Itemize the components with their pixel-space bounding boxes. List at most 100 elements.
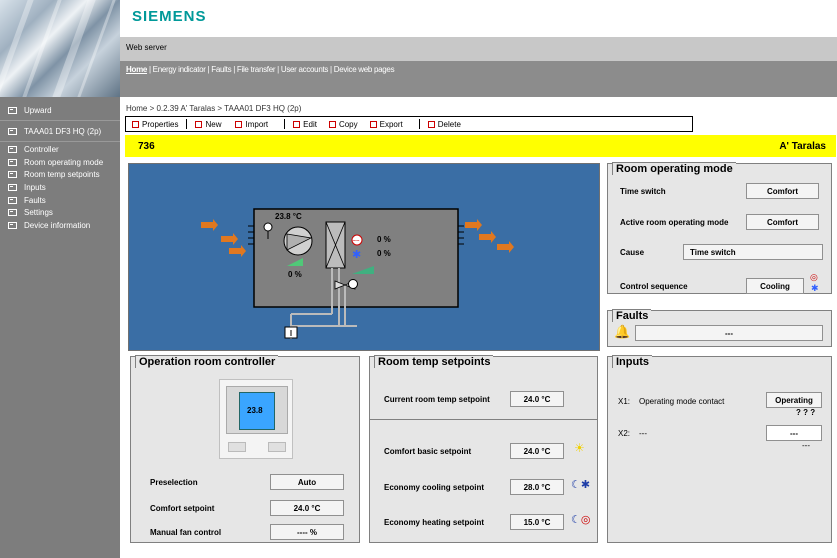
inputs-panel: Inputs X1: Operating mode contact Operat… [607, 355, 832, 543]
heating-icon: ◎ [810, 272, 818, 282]
sidebar-item-controller[interactable]: Controller [8, 143, 59, 155]
manual-fan-label: Manual fan control [150, 528, 222, 537]
button-label: Copy [338, 119, 358, 129]
room-unit-image: 23.8 [219, 379, 293, 459]
copy-button[interactable]: Copy [327, 117, 360, 131]
export-button[interactable]: Export [368, 117, 405, 131]
panel-title: Inputs [612, 355, 652, 368]
cooling-icon: ✱ [811, 283, 819, 293]
fan-percent-label: 0 % [288, 270, 302, 279]
svg-text:✱: ✱ [352, 248, 361, 261]
page-icon [8, 170, 17, 178]
input-x2-field[interactable]: --- [766, 425, 822, 441]
input-x2-status: --- [802, 441, 810, 450]
input-x2-label: --- [639, 429, 647, 438]
svg-text:~~: ~~ [353, 239, 361, 245]
divider [186, 119, 188, 129]
button-label: Properties [142, 119, 179, 129]
divider [418, 119, 420, 129]
sidebar-item-settings[interactable]: Settings [8, 206, 53, 218]
moon-cooling-icon: ☾✱ [571, 479, 591, 491]
panel-title: Faults [612, 309, 652, 322]
panel-title: Operation room controller [135, 355, 279, 368]
operation-room-controller-panel: Operation room controller 23.8 Preselect… [130, 355, 360, 543]
sidebar-item-device-information[interactable]: Device information [8, 219, 90, 231]
export-icon [369, 120, 377, 128]
sidebar-item-label: Room temp setpoints [24, 169, 100, 179]
cause-label: Cause [620, 248, 645, 257]
current-setpoint-label: Current room temp setpoint [384, 395, 490, 404]
manual-fan-field[interactable]: ---- % [270, 524, 344, 540]
control-sequence-label: Control sequence [620, 282, 688, 291]
bell-icon: 🔔 [614, 324, 631, 339]
import-icon [235, 120, 243, 128]
sidebar-item-label: TAAA01 DF3 HQ (2p) [24, 126, 102, 136]
panel-title: Room operating mode [612, 162, 736, 175]
button-label: Export [379, 119, 403, 129]
time-switch-label: Time switch [620, 187, 666, 196]
pencil-icon [132, 120, 139, 128]
main-menu: Home | Energy indicator | Faults | File … [126, 65, 395, 74]
economy-heating-field[interactable]: 15.0 °C [510, 514, 564, 530]
title-bar: 736 A' Taralas [125, 135, 836, 157]
web-server-title: Web server [126, 43, 167, 52]
import-button[interactable]: Import [233, 117, 270, 131]
main-menu-bar: Home | Energy indicator | Faults | File … [120, 61, 837, 97]
moon-heating-icon: ☾◎ [571, 514, 591, 526]
brand-bar: SIEMENS [120, 0, 837, 37]
page-icon [8, 145, 17, 153]
properties-button[interactable]: Properties [130, 117, 180, 131]
comfort-basic-field[interactable]: 24.0 °C [510, 443, 564, 459]
sidebar-item-label: Device information [24, 220, 91, 230]
plant-schematic: ~~ ✱ 23.8 °C 0 % 0 % 0 % [201, 208, 514, 339]
control-sequence-field[interactable]: Cooling [746, 278, 804, 294]
page-icon [8, 183, 17, 191]
active-mode-field[interactable]: Comfort [746, 214, 819, 230]
breadcrumb[interactable]: Home > 0.2.39 A' Taralas > TAAA01 DF3 HQ… [126, 104, 301, 113]
sidebar-item-label: Inputs [24, 182, 46, 192]
sidebar-item-inputs[interactable]: Inputs [8, 181, 46, 193]
room-temp-setpoints-panel: Room temp setpoints Current room temp se… [369, 355, 598, 543]
faults-field[interactable]: --- [635, 325, 823, 341]
current-setpoint-field[interactable]: 24.0 °C [510, 391, 564, 407]
comfort-setpoint-field[interactable]: 24.0 °C [270, 500, 344, 516]
sidebar-item-device[interactable]: TAAA01 DF3 HQ (2p) [8, 125, 101, 137]
sidebar-item-room-operating-mode[interactable]: Room operating mode [8, 156, 103, 168]
faults-panel: Faults 🔔 --- [607, 309, 832, 347]
economy-cooling-field[interactable]: 28.0 °C [510, 479, 564, 495]
page-icon [8, 196, 17, 204]
input-x1-field[interactable]: Operating [766, 392, 822, 408]
time-switch-field[interactable]: Comfort [746, 183, 819, 199]
menu-items[interactable]: | Energy indicator | Faults | File trans… [147, 65, 395, 74]
preselection-field[interactable]: Auto [270, 474, 344, 490]
delete-button[interactable]: Delete [426, 117, 463, 131]
main-content: Home > 0.2.39 A' Taralas > TAAA01 DF3 HQ… [120, 97, 837, 558]
new-icon [195, 120, 203, 128]
new-button[interactable]: New [193, 117, 223, 131]
page-icon [8, 158, 17, 166]
menu-item-home[interactable]: Home [126, 65, 147, 74]
sidebar-item-upward[interactable]: Upward [8, 104, 52, 116]
sidebar-item-label: Room operating mode [24, 157, 104, 167]
edit-button[interactable]: Edit [291, 117, 319, 131]
web-server-bar: Web server [120, 37, 837, 61]
sidebar-item-room-temp-setpoints[interactable]: Room temp setpoints [8, 168, 100, 180]
button-label: New [205, 119, 222, 129]
divider [284, 119, 286, 129]
room-operating-mode-panel: Room operating mode Time switch Comfort … [607, 162, 832, 294]
cause-field[interactable]: Time switch [683, 244, 823, 260]
air-in-arrows-icon [201, 219, 246, 257]
button-label: Edit [303, 119, 317, 129]
sidebar-item-label: Upward [24, 105, 52, 115]
heat-percent-label: 0 % [377, 235, 391, 244]
sidebar-item-faults[interactable]: Faults [8, 194, 46, 206]
input-x1-status: ? ? ? [796, 408, 816, 417]
upward-icon [8, 106, 17, 114]
cool-percent-label: 0 % [377, 249, 391, 258]
object-number: 736 [138, 141, 155, 152]
sidebar: Upward TAAA01 DF3 HQ (2p) Controller Roo… [0, 97, 120, 558]
divider [0, 120, 120, 121]
page-icon [8, 221, 17, 229]
button-label: Delete [437, 119, 461, 129]
header-photo [0, 0, 120, 97]
